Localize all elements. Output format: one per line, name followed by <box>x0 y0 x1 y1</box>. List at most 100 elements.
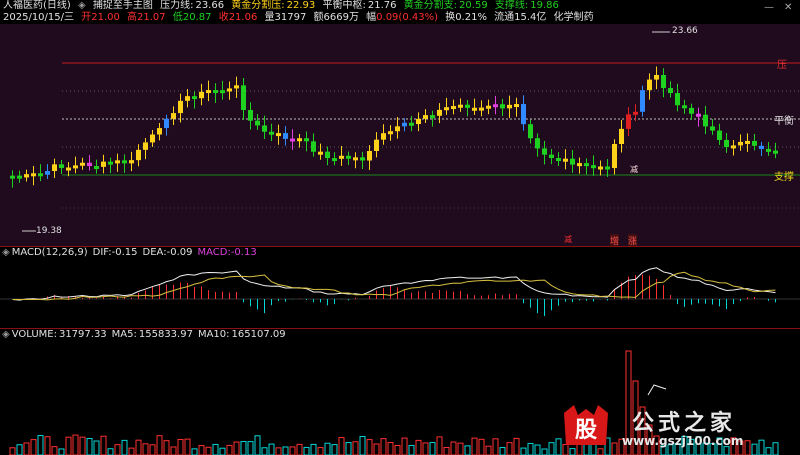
candle-body <box>598 166 603 170</box>
candle-body <box>353 157 358 161</box>
volume-bar <box>16 444 23 455</box>
candle-body <box>619 128 624 144</box>
candle-body <box>297 138 302 142</box>
low-label: 低 <box>172 12 183 23</box>
candle-body <box>150 134 155 143</box>
candle-body <box>31 173 36 177</box>
candle-body <box>374 139 379 152</box>
volume-bar <box>142 443 149 455</box>
candle-body <box>717 130 722 140</box>
industry-label: 化学制药 <box>553 12 594 23</box>
gold-support-label: 黄金分割支: <box>403 0 458 11</box>
formula-icon: ◈ <box>78 0 86 11</box>
candle-body <box>311 141 316 152</box>
candle-body <box>73 165 78 169</box>
volume-bar <box>212 443 219 455</box>
candle-body <box>493 104 498 108</box>
volume-bar <box>373 443 380 455</box>
candle-body <box>458 104 463 108</box>
support-value: 19.86 <box>530 0 559 11</box>
candle-body <box>206 90 211 94</box>
candle-body <box>738 141 743 146</box>
candle-body <box>94 165 99 169</box>
volume-bar <box>44 436 51 455</box>
ma10-value: 165107.09 <box>231 329 286 340</box>
pressure-value: 23.66 <box>195 0 225 11</box>
candle-body <box>640 90 645 112</box>
volume-bar <box>79 436 86 455</box>
candle-body <box>213 90 218 94</box>
volume-bar <box>65 436 72 455</box>
volume-bar <box>478 438 485 455</box>
ma5-value: 155833.97 <box>138 329 193 340</box>
candle-body <box>66 167 71 171</box>
macd-menu-icon[interactable]: ◈ <box>2 247 10 258</box>
candle-body <box>17 175 22 179</box>
volume-title[interactable]: VOLUME: <box>12 329 57 340</box>
candle-body <box>346 155 351 159</box>
volume-bar <box>513 437 520 455</box>
turnover-label: 换 <box>445 12 456 23</box>
candle-body <box>227 88 232 92</box>
candle-body <box>570 158 575 165</box>
volume-bar <box>37 435 44 455</box>
macd-panel[interactable]: ◈ MACD(12,26,9) DIF:-0.15 DEA:-0.09 MACD:-0.… <box>0 246 800 329</box>
high-value: 21.07 <box>137 12 166 23</box>
candle-body <box>332 158 337 162</box>
stock-name[interactable]: 人福医药(日线) <box>3 0 71 11</box>
volume-menu-icon[interactable]: ◈ <box>2 329 10 340</box>
macd-chart[interactable] <box>0 247 800 329</box>
candle-body <box>479 107 484 111</box>
volume-bar <box>436 436 443 455</box>
minimize-icon[interactable]: — <box>764 2 774 13</box>
volume-bar <box>240 441 247 455</box>
candle-body <box>682 105 687 109</box>
candle-body <box>45 171 50 175</box>
candle-body <box>724 139 729 148</box>
volume-bar <box>401 437 408 455</box>
candle-body <box>59 164 64 169</box>
volume-bar <box>387 441 394 455</box>
volume-bar <box>114 444 121 455</box>
candle-body <box>339 155 344 159</box>
close-icon[interactable]: ✕ <box>784 2 792 13</box>
volume-bar <box>268 443 275 455</box>
candle-body <box>234 85 239 89</box>
balance-value: 21.76 <box>367 0 397 11</box>
volume-bar <box>233 441 240 455</box>
candle-body <box>437 109 442 116</box>
candle-body <box>633 111 638 115</box>
macd-title[interactable]: MACD(12,26,9) <box>12 247 88 258</box>
volume-bar <box>450 441 457 455</box>
candle-body <box>416 118 421 125</box>
formula-name[interactable]: 捕捉至手主图 <box>93 0 153 11</box>
candle-body <box>507 104 512 109</box>
candle-body <box>136 149 141 161</box>
candle-body <box>675 93 680 106</box>
close-label: 收 <box>218 12 229 23</box>
candlestick-panel[interactable]: 压 平衡 支撑 23.66 19.38 减 增 涨 减 <box>0 24 800 247</box>
candle-body <box>766 148 771 152</box>
macd-label: MACD: <box>197 247 231 258</box>
candle-body <box>409 122 414 126</box>
volume-panel[interactable]: ◈ VOLUME: 31797.33 MA5: 155833.97 MA10: 165107… <box>0 328 800 455</box>
candle-body <box>773 150 778 154</box>
volume-bar <box>471 437 478 455</box>
volume-bar <box>156 435 163 455</box>
candle-body <box>269 131 274 135</box>
candle-body <box>703 114 708 127</box>
volume-bar <box>86 437 93 455</box>
volume-bar <box>254 435 261 455</box>
candlestick-chart[interactable] <box>0 24 800 246</box>
candle-body <box>612 143 617 169</box>
candle-body <box>444 107 449 111</box>
float-label: 流通 <box>494 12 515 23</box>
vol-label: 量 <box>264 12 275 23</box>
candle-body <box>220 90 225 94</box>
low-marker: 19.38 <box>36 226 62 236</box>
candle-body <box>192 96 197 100</box>
candle-body <box>185 96 190 101</box>
candle-body <box>24 174 29 178</box>
candle-body <box>395 126 400 132</box>
candle-body <box>304 138 309 142</box>
